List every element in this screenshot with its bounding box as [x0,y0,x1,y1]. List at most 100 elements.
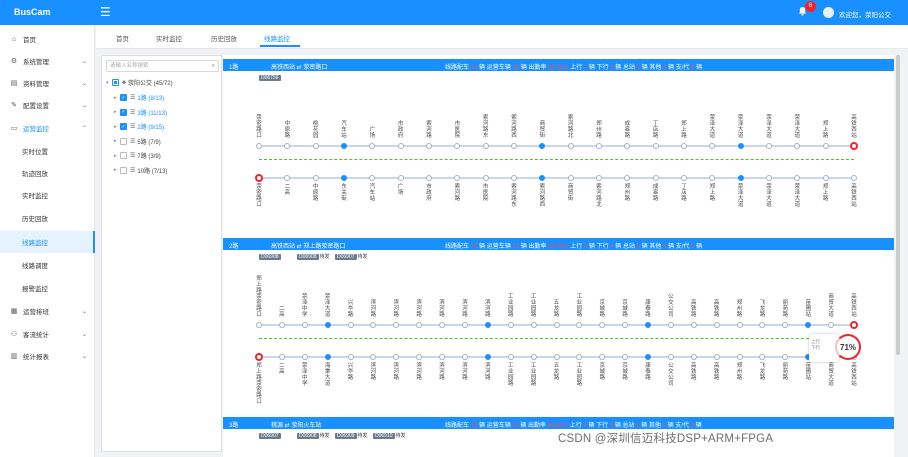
station-dot[interactable] [370,354,377,360]
tree-search-input[interactable]: 请输入名称搜索 ⌕ [106,60,219,72]
station-dot[interactable] [255,174,263,182]
checkbox[interactable]: ✓ [120,94,127,101]
station-dot[interactable] [766,175,772,181]
chevron-down-icon[interactable]: ⌄ [82,58,87,65]
station-dot[interactable] [256,143,262,149]
tree-node-line[interactable]: ▸ ✓ ☰ 3路 (11/13) [114,107,167,118]
station-dot[interactable] [652,143,659,149]
checkbox[interactable]: ✓ [120,123,127,130]
station-dot[interactable] [341,175,347,181]
station-dot[interactable] [256,322,262,328]
station-dot[interactable] [530,322,537,328]
parked-bus[interactable]: D06908 待发 [297,432,330,440]
station-dot[interactable] [511,175,517,181]
station-dot[interactable] [822,175,829,181]
avatar[interactable] [823,7,834,18]
tab-line-monitor[interactable]: 线路监控 [264,33,290,43]
sidebar-item-6[interactable]: 轨迹回放 [0,162,95,184]
chevron-down-icon[interactable]: ⌄ [82,80,87,87]
chevron-down-icon[interactable]: ⌄ [82,308,87,315]
station-dot[interactable] [312,175,319,181]
station-dot[interactable] [397,143,404,149]
station-dot[interactable] [507,322,514,328]
station-dot[interactable] [416,322,423,328]
parked-bus[interactable]: D06756 [259,74,282,82]
station-dot[interactable] [681,143,687,149]
tab-home[interactable]: 首页 [116,33,129,43]
station-dot[interactable] [805,322,812,328]
station-dot[interactable] [596,143,602,149]
sidebar-item-10[interactable]: 线路调度 [0,254,95,276]
station-dot[interactable] [713,322,720,328]
station-dot[interactable] [794,175,801,181]
station-dot[interactable] [576,354,583,360]
station-dot[interactable] [652,175,659,181]
station-dot[interactable] [393,322,400,328]
station-dot[interactable] [681,175,687,181]
station-dot[interactable] [553,322,560,328]
tree-node-line[interactable]: ▸ ✓ ☰ 1路 (8/13) [114,92,164,103]
tree-node-line[interactable]: ▸ ✓ ☰ 2路 (9/15) [114,121,164,132]
sidebar-item-5[interactable]: 实时位置 [0,140,95,162]
station-dot[interactable] [539,143,546,149]
station-dot[interactable] [624,143,631,149]
station-dot[interactable] [851,175,857,181]
station-dot[interactable] [301,354,308,360]
station-dot[interactable] [736,322,743,328]
chevron-down-icon[interactable]: ⌄ [82,353,87,360]
station-dot[interactable] [461,322,468,328]
sidebar-item-1[interactable]: ⚙ 系统管理 ⌄ [0,50,95,72]
station-dot[interactable] [622,354,629,360]
parked-bus[interactable]: D06907 待发 [335,253,368,261]
station-dot[interactable] [850,142,858,150]
station-dot[interactable] [645,354,652,360]
station-dot[interactable] [667,322,674,328]
station-dot[interactable] [278,322,285,328]
station-dot[interactable] [599,322,606,328]
sidebar-item-4[interactable]: ▭ 运营监控 ⌃ [0,117,95,139]
station-dot[interactable] [576,322,583,328]
checkbox[interactable] [120,152,127,159]
station-dot[interactable] [416,354,423,360]
station-dot[interactable] [782,354,789,360]
station-dot[interactable] [284,175,291,181]
station-dot[interactable] [596,175,602,181]
station-dot[interactable] [426,175,432,181]
station-dot[interactable] [782,322,789,328]
chevron-down-icon[interactable]: ⌄ [82,331,87,338]
station-dot[interactable] [482,175,489,181]
checkbox-root[interactable] [112,79,119,86]
station-dot[interactable] [301,322,308,328]
parked-bus[interactable]: D06910 待发 [373,432,406,440]
station-dot[interactable] [713,354,720,360]
sidebar-item-8[interactable]: 历史回放 [0,207,95,229]
station-dot[interactable] [709,143,716,149]
station-dot[interactable] [624,175,631,181]
checkbox[interactable]: ✓ [120,108,127,116]
sidebar-item-0[interactable]: ⌂ 首页 [0,28,95,50]
station-dot[interactable] [794,143,801,149]
sidebar-item-14[interactable]: ▥ 统计报表 ⌄ [0,345,95,367]
scrollbar[interactable] [896,55,900,355]
sidebar-item-3[interactable]: ✎ 配置设置 ⌄ [0,94,95,116]
station-dot[interactable] [454,143,461,149]
station-dot[interactable] [369,143,376,149]
tab-history-playback[interactable]: 历史回放 [211,33,237,43]
search-icon[interactable]: ⌕ [212,61,215,72]
station-dot[interactable] [439,354,446,360]
station-dot[interactable] [324,354,331,360]
station-dot[interactable] [759,354,766,360]
station-dot[interactable] [255,353,263,361]
parked-bus[interactable]: D06908 待发 [297,253,330,261]
station-dot[interactable] [766,143,772,149]
checkbox[interactable] [120,137,127,145]
station-dot[interactable] [426,143,432,149]
station-dot[interactable] [690,354,697,360]
station-dot[interactable] [553,354,560,360]
station-dot[interactable] [759,322,766,328]
station-dot[interactable] [347,354,354,360]
sidebar-item-13[interactable]: ⚇ 客流统计 ⌄ [0,323,95,345]
station-dot[interactable] [828,322,835,328]
station-dot[interactable] [622,322,629,328]
sidebar-item-2[interactable]: ▤ 资料管理 ⌄ [0,72,95,94]
